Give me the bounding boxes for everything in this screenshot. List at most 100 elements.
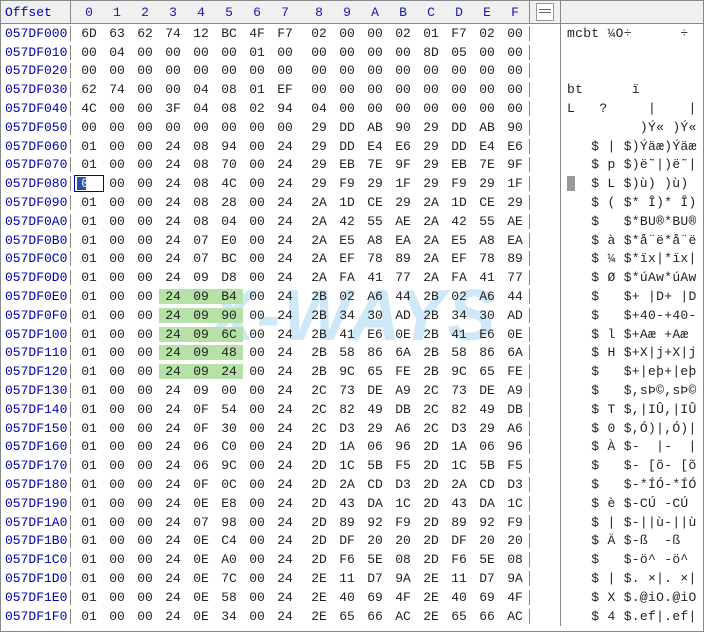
hex-byte[interactable]: AC: [389, 609, 417, 624]
hex-byte[interactable]: 2C: [417, 383, 445, 398]
hex-byte[interactable]: 34: [445, 308, 473, 323]
hex-byte[interactable]: 00: [131, 157, 159, 172]
hex-byte[interactable]: 65: [473, 364, 501, 379]
hex-byte[interactable]: 2A: [417, 195, 445, 210]
hex-byte[interactable]: 49: [473, 402, 501, 417]
ascii-cell[interactable]: $ à $*å¨ë*å¨ë: [561, 233, 697, 248]
hex-byte[interactable]: 90: [501, 120, 529, 135]
offset-cell[interactable]: 057DF170: [1, 458, 71, 473]
hex-byte[interactable]: 00: [131, 45, 159, 60]
hex-byte[interactable]: DE: [361, 383, 389, 398]
hex-byte[interactable]: F7: [271, 26, 299, 41]
hex-byte[interactable]: 00: [243, 195, 271, 210]
hex-byte[interactable]: 0F: [187, 421, 215, 436]
hex-byte[interactable]: 00: [305, 63, 333, 78]
hex-byte[interactable]: 54: [215, 402, 243, 417]
hex-byte[interactable]: 00: [333, 82, 361, 97]
hex-byte[interactable]: 00: [131, 477, 159, 492]
hex-row[interactable]: 057DF0D00100002409D800242AFA41772AFA4177…: [1, 268, 703, 287]
hex-byte[interactable]: DA: [361, 496, 389, 511]
hex-byte[interactable]: 29: [305, 120, 333, 135]
hex-byte[interactable]: 00: [243, 63, 271, 78]
hex-byte[interactable]: 00: [75, 45, 103, 60]
hex-byte[interactable]: 00: [131, 458, 159, 473]
hex-byte[interactable]: 01: [75, 496, 103, 511]
hex-byte[interactable]: FE: [389, 364, 417, 379]
hex-byte[interactable]: 2D: [417, 496, 445, 511]
hex-byte[interactable]: 44: [501, 289, 529, 304]
hex-byte[interactable]: 2B: [305, 327, 333, 342]
hex-byte[interactable]: 24: [271, 609, 299, 624]
hex-byte[interactable]: 00: [243, 120, 271, 135]
hex-byte[interactable]: 24: [159, 308, 187, 323]
hex-byte[interactable]: 2A: [417, 214, 445, 229]
hex-byte[interactable]: 00: [103, 251, 131, 266]
hex-cells[interactable]: 01000024090000242C73DEA92C73DEA9: [71, 383, 530, 398]
hex-byte[interactable]: 00: [131, 327, 159, 342]
hex-cells[interactable]: 010000240E3400242E6566AC2E6566AC: [71, 609, 530, 624]
ascii-cell[interactable]: $ L $)ù) )ù): [561, 176, 688, 191]
hex-byte[interactable]: 24: [159, 383, 187, 398]
hex-byte[interactable]: 00: [131, 533, 159, 548]
hex-byte[interactable]: 2C: [417, 421, 445, 436]
hex-cells[interactable]: 6D63627412BC4FF70200000201F70200: [71, 26, 530, 41]
hex-byte[interactable]: 00: [243, 552, 271, 567]
hex-row[interactable]: 057DF050000000000000000029DDAB9029DDAB90…: [1, 118, 703, 137]
hex-byte[interactable]: 55: [361, 214, 389, 229]
hex-byte[interactable]: 24: [271, 233, 299, 248]
hex-byte[interactable]: 04: [215, 214, 243, 229]
hex-byte[interactable]: DD: [333, 120, 361, 135]
hex-byte[interactable]: 01: [243, 45, 271, 60]
hex-cells[interactable]: 0004000000000100000000008D050000: [71, 45, 530, 60]
hex-row[interactable]: 057DF0F001000024099000242B3430AD2B3430AD…: [1, 306, 703, 325]
offset-cell[interactable]: 057DF1F0: [1, 609, 71, 624]
hex-byte[interactable]: 00: [243, 458, 271, 473]
hex-byte[interactable]: 00: [103, 609, 131, 624]
hex-byte[interactable]: 24: [271, 195, 299, 210]
hex-byte[interactable]: AE: [389, 214, 417, 229]
hex-byte[interactable]: 00: [131, 289, 159, 304]
hex-byte[interactable]: 43: [333, 496, 361, 511]
hex-byte[interactable]: 69: [361, 590, 389, 605]
offset-cell[interactable]: 057DF0F0: [1, 308, 71, 323]
hex-byte[interactable]: 4C: [215, 176, 243, 191]
hex-byte[interactable]: 2C: [305, 383, 333, 398]
ascii-cell[interactable]: $ l $+Aæ +Aæ: [561, 327, 689, 342]
hex-byte[interactable]: 00: [131, 515, 159, 530]
hex-byte[interactable]: A6: [473, 289, 501, 304]
hex-byte[interactable]: 00: [243, 289, 271, 304]
ascii-cell[interactable]: $ $+40-+40-: [561, 308, 697, 323]
hex-byte[interactable]: A6: [501, 421, 529, 436]
hex-byte[interactable]: 00: [271, 120, 299, 135]
hex-byte[interactable]: 1C: [333, 458, 361, 473]
hex-cells[interactable]: 01000024096C00242B41E60E2B41E60E: [71, 327, 530, 342]
hex-cells[interactable]: 010000240870002429EB7E9F29EB7E9F: [71, 157, 530, 172]
hex-byte[interactable]: 00: [361, 82, 389, 97]
hex-byte[interactable]: 01: [75, 251, 103, 266]
hex-byte[interactable]: 73: [445, 383, 473, 398]
hex-byte[interactable]: 2D: [305, 552, 333, 567]
hex-byte[interactable]: 2A: [417, 251, 445, 266]
hex-byte[interactable]: 2A: [417, 270, 445, 285]
hex-byte[interactable]: 00: [473, 63, 501, 78]
hex-byte[interactable]: 01: [75, 327, 103, 342]
hex-byte[interactable]: 01: [75, 552, 103, 567]
hex-byte[interactable]: 00: [131, 82, 159, 97]
hex-byte[interactable]: 00: [131, 101, 159, 116]
offset-cell[interactable]: 057DF1B0: [1, 533, 71, 548]
hex-byte[interactable]: F9: [501, 515, 529, 530]
ascii-cell[interactable]: $ è $-CÚ -CÚ: [561, 496, 689, 511]
hex-byte[interactable]: 01: [75, 289, 103, 304]
hex-byte[interactable]: 00: [131, 402, 159, 417]
hex-byte[interactable]: 00: [243, 402, 271, 417]
hex-byte[interactable]: 00: [333, 45, 361, 60]
hex-byte[interactable]: 00: [103, 515, 131, 530]
hex-byte[interactable]: 00: [243, 364, 271, 379]
hex-byte[interactable]: 2D: [417, 515, 445, 530]
hex-byte[interactable]: 69: [473, 590, 501, 605]
hex-row[interactable]: 057DF190010000240EE800242D43DA1C2D43DA1C…: [1, 494, 703, 513]
hex-row[interactable]: 057DF12001000024092400242B9C65FE2B9C65FE…: [1, 362, 703, 381]
hex-byte[interactable]: D8: [215, 270, 243, 285]
hex-byte[interactable]: 58: [333, 345, 361, 360]
hex-byte[interactable]: 6D: [75, 26, 103, 41]
